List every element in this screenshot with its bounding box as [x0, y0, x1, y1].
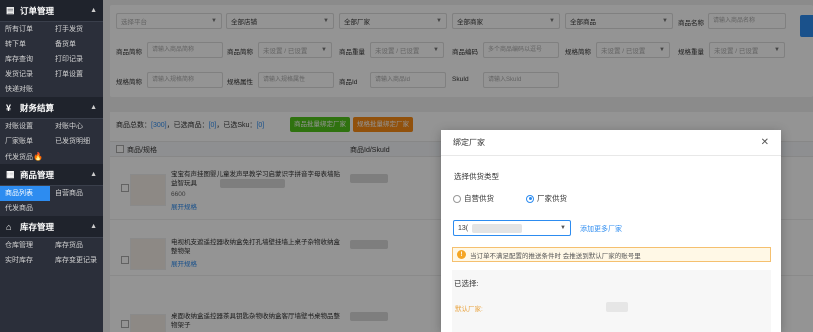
sidebar-item-stock-query[interactable]: 库存查询 — [0, 52, 50, 67]
sidebar-item-print-settings[interactable]: 打单设置 — [50, 67, 103, 82]
sidebar-section-title: 财务结算 — [20, 102, 55, 113]
add-more-factory-link[interactable]: 添加更多厂家 — [580, 224, 622, 234]
selected-panel — [452, 270, 771, 332]
sidebar-item-self-goods[interactable]: 自营商品 — [50, 186, 103, 201]
sidebar-item-stock-goods[interactable]: 库存货品 — [50, 238, 103, 253]
sidebar-section-finance[interactable]: ¥ 财务结算 ▲ — [0, 97, 103, 119]
chevron-up-icon: ▲ — [90, 7, 97, 14]
flame-icon: 🔥 — [33, 152, 43, 161]
radio-factory-supply[interactable]: 厂家供货 — [526, 193, 567, 204]
sidebar-item-stock-changes[interactable]: 库存变更记录 — [50, 253, 103, 268]
sidebar-item-all-orders[interactable]: 所有订单 — [0, 22, 50, 37]
radio-self-supply[interactable]: 自营供货 — [453, 193, 494, 204]
sidebar-item-dropship-items[interactable]: 代发商品 — [0, 201, 50, 216]
redacted-text — [606, 302, 628, 312]
home-icon: ⌂ — [6, 221, 12, 232]
sidebar-section-orders[interactable]: ▤ 订单管理 ▲ — [0, 0, 103, 22]
dialog-header: 绑定厂家 ✕ — [441, 130, 781, 156]
supply-type-label: 选择供货类型 — [454, 172, 499, 181]
sidebar-section-title: 订单管理 — [20, 5, 55, 16]
sidebar-item-label: 代发货品 — [5, 154, 33, 161]
selected-title: 已选择: — [454, 279, 479, 288]
bind-factory-dialog: 绑定厂家 ✕ 选择供货类型 自营供货 厂家供货 13( ▼ 添加更多厂家 ! 当… — [441, 130, 781, 332]
sidebar-item-factory-bill[interactable]: 厂家账单 — [0, 134, 50, 149]
radio-checked-icon — [526, 194, 534, 203]
sidebar-item-stock-order[interactable]: 备货单 — [50, 37, 103, 52]
sidebar-item-hand-ship[interactable]: 打手发货 — [50, 22, 103, 37]
sidebar-item-transfer-order[interactable]: 转下单 — [0, 37, 50, 52]
dialog-title: 绑定厂家 — [453, 138, 485, 147]
sidebar-item-shipped-detail[interactable]: 已发货明细 — [50, 134, 103, 149]
sidebar-item-dropship-goods[interactable]: 代发货品🔥 — [0, 149, 50, 164]
radio-icon — [453, 194, 461, 203]
sidebar-item-goods-list[interactable]: 商品列表 — [0, 186, 50, 201]
chevron-up-icon: ▲ — [90, 104, 97, 111]
redacted-text — [472, 223, 523, 233]
sidebar-item-recon-settings[interactable]: 对账设置 — [0, 119, 50, 134]
sidebar-item-express-recon[interactable]: 快递对账 — [0, 82, 50, 97]
chevron-up-icon: ▲ — [90, 223, 97, 230]
warning-text: 当订单不满足配置的推送条件时 会推送到默认厂家的账号里 — [470, 252, 641, 260]
chevron-up-icon: ▲ — [90, 171, 97, 178]
yen-icon: ¥ — [6, 102, 12, 113]
close-icon[interactable]: ✕ — [761, 137, 769, 148]
sidebar: ▤ 订单管理 ▲ 所有订单 打手发货 转下单 备货单 库存查询 打印记录 发货记… — [0, 0, 103, 332]
sidebar-section-inventory[interactable]: ⌂ 库存管理 ▲ — [0, 216, 103, 238]
chevron-down-icon: ▼ — [560, 225, 566, 231]
warning-icon: ! — [457, 250, 466, 259]
sidebar-item-warehouse[interactable]: 仓库管理 — [0, 238, 50, 253]
sidebar-item-ship-log[interactable]: 发货记录 — [0, 67, 50, 82]
warning-banner: ! 当订单不满足配置的推送条件时 会推送到默认厂家的账号里 — [452, 247, 771, 262]
grid-icon: ▦ — [6, 169, 15, 179]
factory-select[interactable]: 13( ▼ — [453, 220, 571, 236]
sidebar-item-print-log[interactable]: 打印记录 — [50, 52, 103, 67]
sidebar-section-title: 库存管理 — [20, 221, 55, 232]
sidebar-item-recon-center[interactable]: 对账中心 — [50, 119, 103, 134]
default-factory-label: 默认厂家: — [455, 306, 483, 313]
sidebar-section-goods[interactable]: ▦ 商品管理 ▲ — [0, 164, 103, 186]
order-icon: ▤ — [6, 5, 15, 15]
sidebar-section-title: 商品管理 — [20, 169, 55, 180]
sidebar-item-realtime-stock[interactable]: 实时库存 — [0, 253, 50, 268]
